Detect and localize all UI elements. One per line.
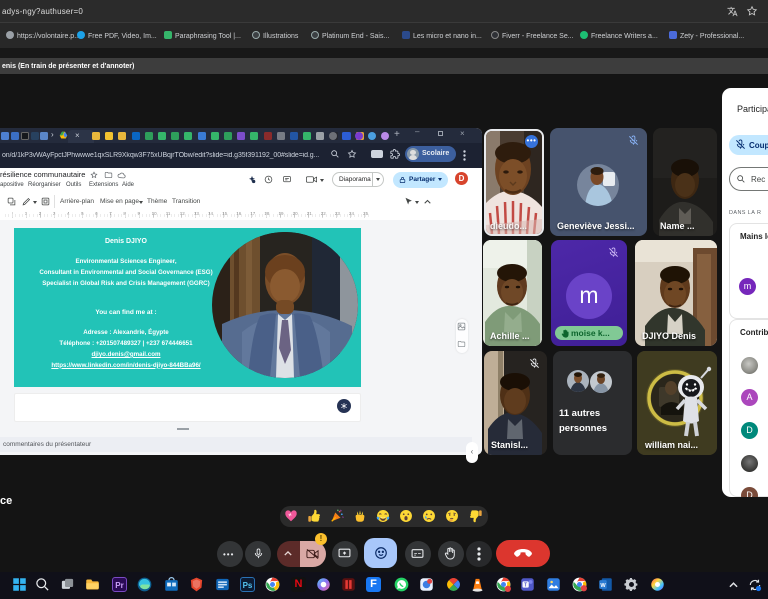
svg-text:T: T	[524, 582, 527, 588]
svg-text:W: W	[600, 583, 606, 589]
